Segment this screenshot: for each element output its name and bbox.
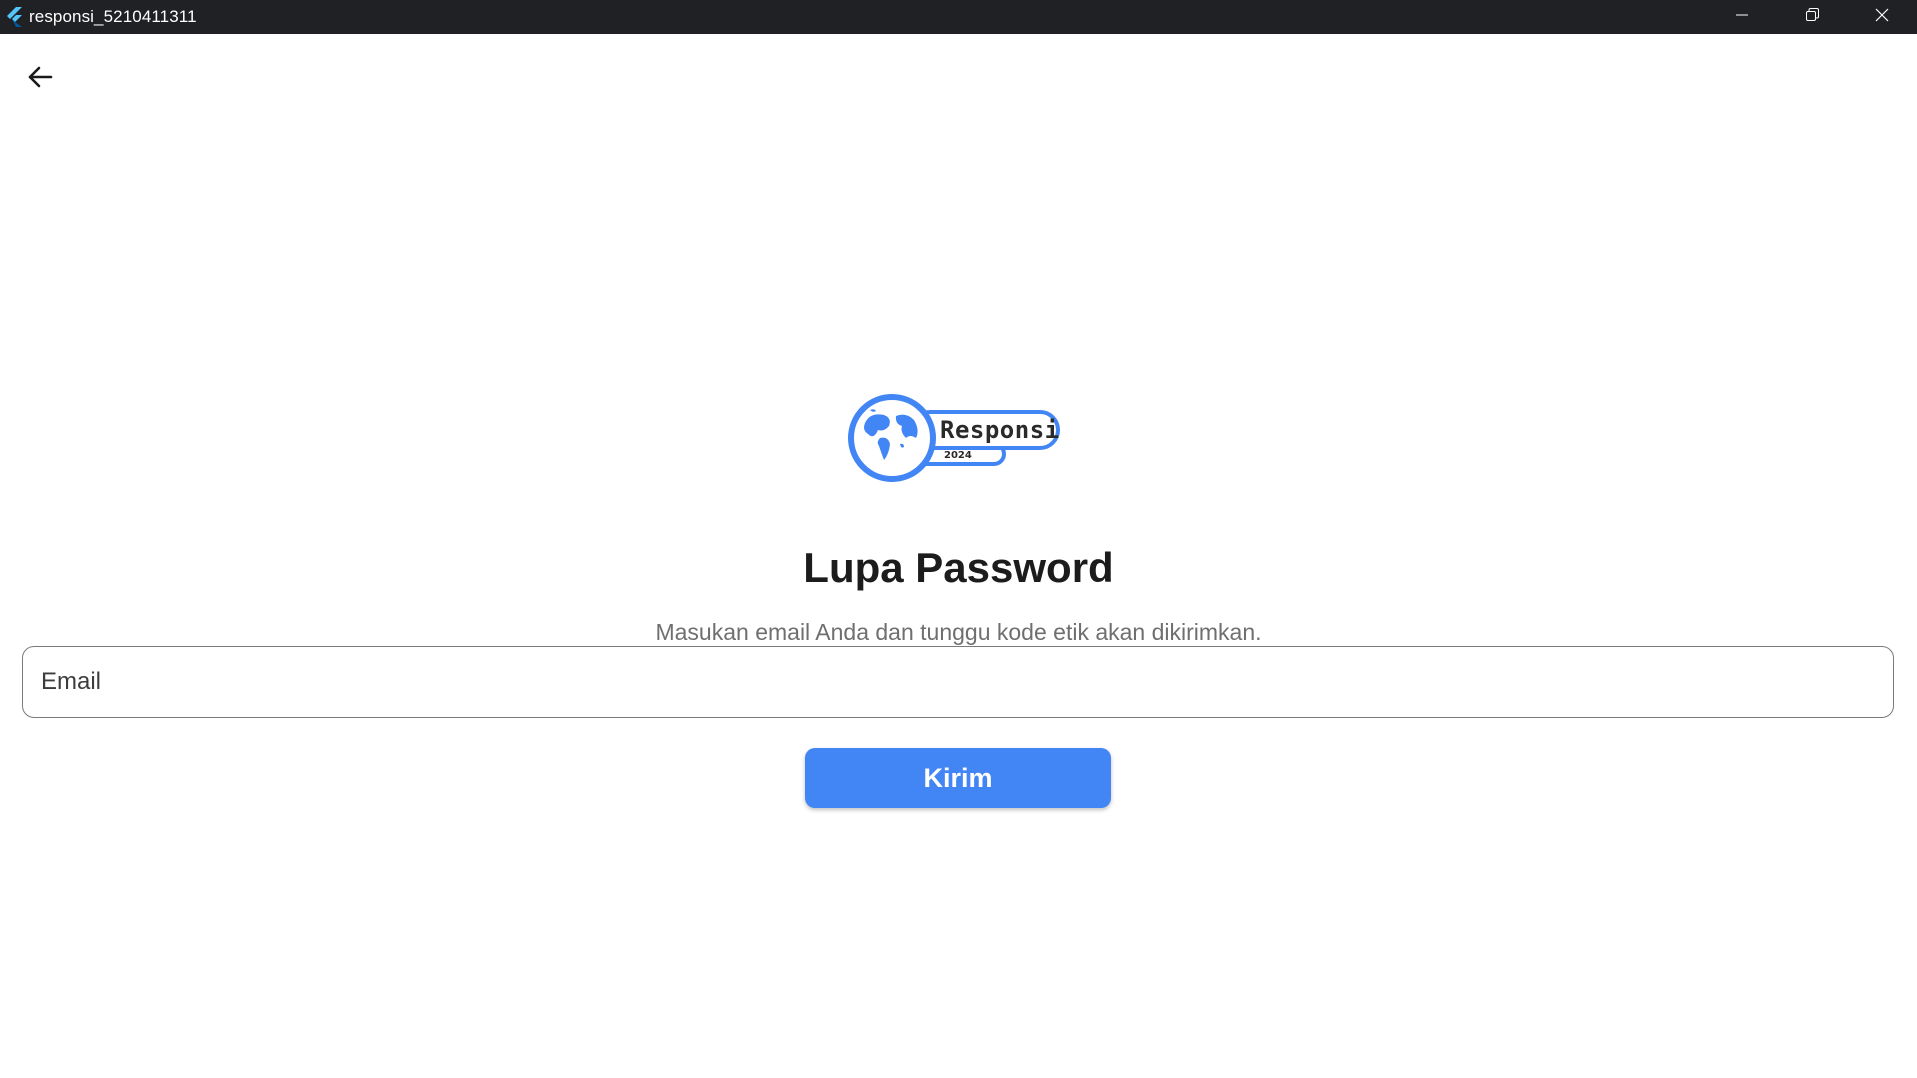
window-title: responsi_5210411311 [29, 7, 197, 26]
close-icon [1874, 7, 1890, 28]
page-title: Lupa Password [803, 544, 1114, 591]
flutter-icon [4, 7, 24, 27]
page-subtitle: Masukan email Anda dan tunggu kode etik … [655, 619, 1262, 645]
window-controls [1707, 0, 1917, 34]
submit-button[interactable]: Kirim [805, 748, 1111, 808]
restore-button[interactable] [1777, 0, 1847, 34]
back-button[interactable] [20, 59, 60, 99]
minimize-button[interactable] [1707, 0, 1777, 34]
logo-brand-text: Responsi [940, 416, 1060, 444]
restore-icon [1804, 7, 1820, 28]
minimize-icon [1734, 7, 1750, 28]
window-titlebar: responsi_5210411311 [0, 0, 1917, 34]
arrow-left-icon [26, 63, 54, 96]
responsi-logo: Responsi 2024 [840, 388, 1080, 488]
logo-year-text: 2024 [944, 450, 972, 461]
close-button[interactable] [1847, 0, 1917, 34]
email-field[interactable] [22, 646, 1894, 718]
page-content: Responsi 2024 Lupa Password Masukan emai… [0, 34, 1917, 1078]
